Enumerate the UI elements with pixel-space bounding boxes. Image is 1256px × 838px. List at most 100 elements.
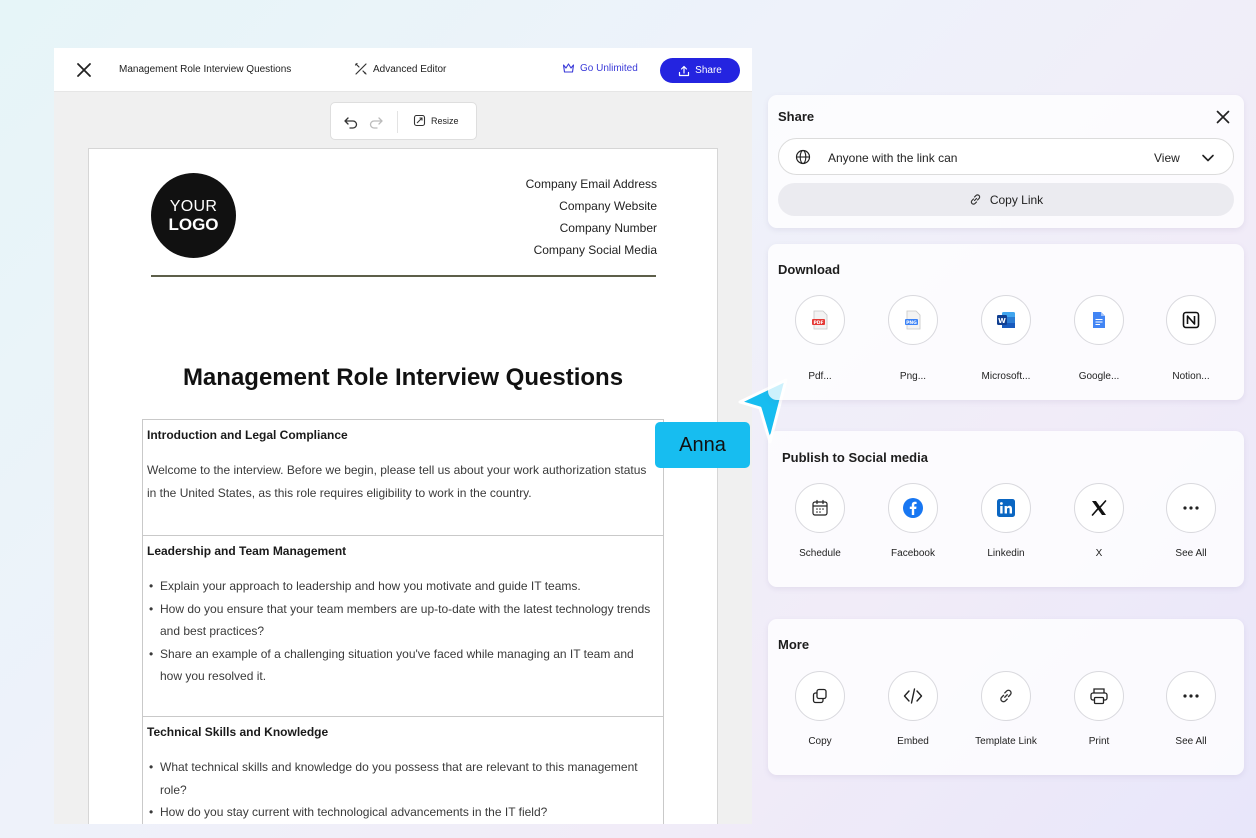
link-icon bbox=[970, 194, 980, 205]
facebook-button[interactable]: Facebook bbox=[865, 483, 961, 559]
option-circle bbox=[795, 483, 845, 533]
link-access-dropdown[interactable]: Anyone with the link can View bbox=[778, 138, 1234, 175]
option-label: Png... bbox=[899, 371, 927, 382]
option-circle bbox=[981, 483, 1031, 533]
x-logo-icon bbox=[1091, 500, 1107, 516]
x-button[interactable]: X bbox=[1051, 483, 1147, 559]
embed-button[interactable]: Embed bbox=[865, 671, 961, 747]
option-circle bbox=[1074, 295, 1124, 345]
close-editor-button[interactable] bbox=[74, 60, 94, 80]
option-label: Facebook bbox=[891, 548, 935, 559]
share-panel: Share Anyone with the link can View Copy… bbox=[768, 95, 1244, 228]
option-circle bbox=[795, 671, 845, 721]
option-circle bbox=[1074, 671, 1124, 721]
tools-icon bbox=[354, 62, 367, 75]
section-introduction: Introduction and Legal Compliance Welcom… bbox=[142, 419, 664, 536]
company-website: Company Website bbox=[559, 199, 657, 213]
svg-text:PDF: PDF bbox=[813, 320, 823, 326]
editor-topbar: Management Role Interview Questions Adva… bbox=[54, 48, 752, 92]
resize-button[interactable]: Resize bbox=[413, 114, 459, 127]
section-technical: Technical Skills and Knowledge What tech… bbox=[142, 716, 664, 824]
option-label: Copy bbox=[808, 736, 832, 747]
section-heading: Leadership and Team Management bbox=[147, 544, 347, 558]
notion-icon bbox=[1182, 311, 1200, 329]
see-all-more-button[interactable]: See All bbox=[1143, 671, 1239, 747]
link-access-level: View bbox=[1154, 151, 1180, 165]
linkedin-icon bbox=[997, 499, 1015, 517]
redo-button[interactable] bbox=[368, 114, 384, 130]
calendar-icon bbox=[812, 499, 828, 516]
more-dots-icon bbox=[1183, 694, 1199, 698]
document-title: Management Role Interview Questions bbox=[119, 64, 292, 75]
option-label: Microsoft... bbox=[981, 371, 1031, 382]
printer-icon bbox=[1090, 688, 1108, 705]
list-item: What technical skills and knowledge do y… bbox=[147, 756, 657, 801]
document-heading: Management Role Interview Questions bbox=[182, 364, 624, 391]
template-link-button[interactable]: Template Link bbox=[958, 671, 1054, 747]
copy-button[interactable]: Copy bbox=[772, 671, 868, 747]
download-notion-button[interactable]: Notion... bbox=[1143, 295, 1239, 382]
close-icon bbox=[77, 63, 91, 77]
logo-line-1: YOUR bbox=[169, 197, 218, 215]
section-heading: Technical Skills and Knowledge bbox=[147, 725, 329, 739]
go-unlimited-button[interactable]: Go Unlimited bbox=[562, 62, 638, 74]
company-number: Company Number bbox=[559, 221, 657, 235]
print-button[interactable]: Print bbox=[1051, 671, 1147, 747]
download-google-button[interactable]: Google... bbox=[1051, 295, 1147, 382]
option-label: Schedule bbox=[799, 548, 841, 559]
download-panel: Download PDF Pdf... PNG Png... W Microso… bbox=[768, 244, 1244, 400]
option-label: Linkedin bbox=[987, 548, 1025, 559]
schedule-button[interactable]: Schedule bbox=[772, 483, 868, 559]
section-leadership: Leadership and Team Management Explain y… bbox=[142, 535, 664, 717]
logo-line-2: LOGO bbox=[168, 214, 219, 234]
collaborator-name-tag: Anna bbox=[655, 422, 750, 468]
linkedin-button[interactable]: Linkedin bbox=[958, 483, 1054, 559]
png-file-icon: PNG bbox=[905, 310, 921, 330]
facebook-icon bbox=[903, 498, 923, 518]
share-panel-title: Share bbox=[778, 109, 815, 124]
undo-button[interactable] bbox=[343, 114, 359, 130]
download-microsoft-button[interactable]: W Microsoft... bbox=[958, 295, 1054, 382]
option-circle: PDF bbox=[795, 295, 845, 345]
share-button-label: Share bbox=[695, 65, 722, 76]
canvas-toolbox: Resize bbox=[330, 102, 477, 140]
go-unlimited-label: Go Unlimited bbox=[580, 62, 638, 74]
option-label: See All bbox=[1175, 736, 1207, 747]
option-circle bbox=[1074, 483, 1124, 533]
option-label: Pdf... bbox=[808, 371, 832, 382]
copy-link-label: Copy Link bbox=[989, 192, 1044, 207]
resize-label: Resize bbox=[431, 115, 459, 126]
download-pdf-button[interactable]: PDF Pdf... bbox=[772, 295, 868, 382]
company-logo: YOUR LOGO bbox=[151, 173, 236, 258]
link-icon bbox=[1000, 689, 1012, 703]
download-panel-title: Download bbox=[778, 262, 841, 277]
download-png-button[interactable]: PNG Png... bbox=[865, 295, 961, 382]
see-all-social-button[interactable]: See All bbox=[1143, 483, 1239, 559]
microsoft-word-icon: W bbox=[997, 312, 1015, 328]
crown-icon bbox=[562, 63, 575, 73]
option-label: See All bbox=[1175, 548, 1207, 559]
option-label: Google... bbox=[1078, 371, 1120, 382]
option-label: Embed bbox=[897, 736, 929, 747]
globe-icon bbox=[795, 149, 811, 165]
social-panel: Publish to Social media Schedule Faceboo… bbox=[768, 431, 1244, 587]
more-panel: More Copy Embed Template Link Print See … bbox=[768, 619, 1244, 775]
header-divider bbox=[151, 275, 656, 277]
undo-icon bbox=[344, 117, 358, 129]
code-icon bbox=[903, 688, 923, 704]
option-label: Print bbox=[1088, 736, 1110, 747]
option-circle: W bbox=[981, 295, 1031, 345]
google-docs-icon bbox=[1093, 312, 1105, 328]
close-share-panel-button[interactable] bbox=[1214, 108, 1232, 126]
advanced-editor-button[interactable]: Advanced Editor bbox=[354, 62, 446, 76]
copy-link-button[interactable]: Copy Link bbox=[778, 183, 1234, 216]
collaborator-name: Anna bbox=[679, 433, 726, 456]
option-label: Notion... bbox=[1172, 371, 1210, 382]
more-panel-title: More bbox=[778, 637, 810, 652]
document-page[interactable]: YOUR LOGO Company Email Address Company … bbox=[88, 148, 718, 824]
copy-icon bbox=[812, 688, 827, 704]
option-circle bbox=[1166, 671, 1216, 721]
company-info: Company Email Address Company Website Co… bbox=[526, 177, 657, 265]
share-button[interactable]: Share bbox=[660, 58, 740, 83]
redo-icon bbox=[369, 117, 383, 129]
